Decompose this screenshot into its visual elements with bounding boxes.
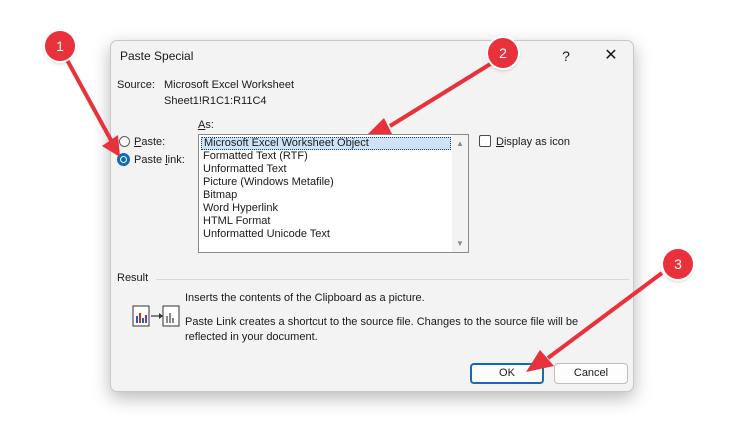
annotation-arrows: [64, 57, 664, 372]
annotation-badge-1: 1: [45, 31, 75, 61]
annotation-badge-3: 3: [663, 249, 693, 279]
annotation-badge-2: 2: [488, 38, 518, 68]
